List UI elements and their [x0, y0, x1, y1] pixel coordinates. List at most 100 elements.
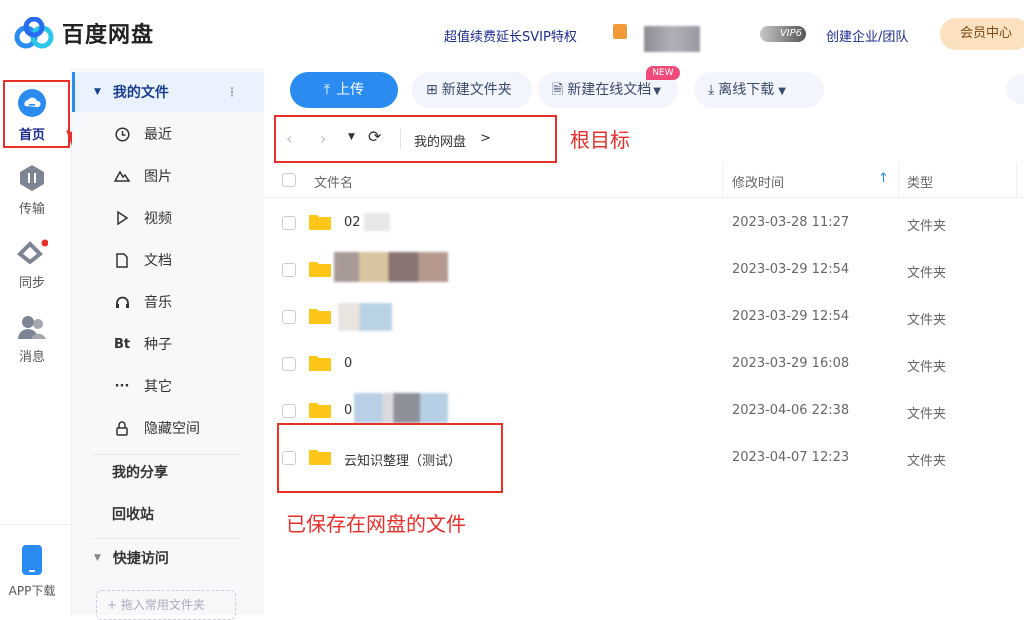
create-enterprise-link[interactable]: 创建企业/团队	[826, 26, 908, 45]
username-blurred[interactable]	[644, 26, 700, 52]
row-checkbox[interactable]	[282, 216, 296, 230]
chevron-down-icon: ▼	[778, 86, 786, 97]
table-row[interactable]: 0 2023-03-29 16:08 文件夹	[264, 340, 1024, 387]
sidebar-label-images: 图片	[144, 169, 172, 185]
folder-icon	[309, 262, 331, 277]
column-divider	[898, 162, 899, 198]
file-type: 文件夹	[907, 219, 947, 234]
vip-badge: VIP6	[760, 26, 806, 42]
annotation-box-saved-file	[277, 423, 503, 493]
row-checkbox[interactable]	[282, 310, 296, 324]
folder-icon	[309, 309, 331, 324]
file-name: 02	[344, 215, 361, 230]
sidebar-item-quick-access[interactable]: ▼ 快捷访问	[72, 538, 264, 578]
download-icon: ⤓	[708, 82, 715, 98]
file-type: 文件夹	[907, 313, 947, 328]
file-modified: 2023-04-06 22:38	[732, 403, 850, 418]
sync-icon	[17, 239, 48, 265]
sidebar-label-hidden-space: 隐藏空间	[144, 421, 200, 437]
rail-item-app-download[interactable]: APP下载	[0, 544, 64, 599]
rail-divider	[0, 524, 72, 525]
sidebar-label-other: 其它	[144, 379, 172, 395]
rail-item-sync[interactable]: 同步	[0, 238, 64, 291]
sidebar-item-recent[interactable]: 最近	[72, 114, 264, 154]
new-folder-icon: ⊞	[426, 82, 438, 98]
select-all-checkbox[interactable]	[282, 173, 296, 187]
redacted-text	[364, 213, 390, 231]
row-checkbox[interactable]	[282, 404, 296, 418]
file-type: 文件夹	[907, 266, 947, 281]
upload-label: 上传	[336, 82, 365, 98]
rail-label-transfer: 传输	[18, 202, 45, 217]
sidebar-item-torrents[interactable]: Bt 种子	[72, 324, 264, 364]
column-divider	[1016, 162, 1017, 198]
file-modified: 2023-03-28 11:27	[732, 215, 850, 230]
sidebar-item-my-files[interactable]: ▼ 我的文件 ⋮	[72, 72, 264, 112]
sort-asc-icon[interactable]: ↑	[878, 171, 889, 186]
redacted-name	[334, 252, 448, 282]
new-folder-button[interactable]: ⊞ 新建文件夹	[412, 72, 532, 108]
rail-item-message[interactable]: 消息	[0, 314, 64, 365]
gift-icon[interactable]	[613, 24, 627, 39]
sidebar-item-videos[interactable]: 视频	[72, 198, 264, 238]
sidebar-item-images[interactable]: 图片	[72, 156, 264, 196]
sidebar-item-documents[interactable]: 文档	[72, 240, 264, 280]
document-icon	[114, 252, 130, 268]
drag-folder-dropzone[interactable]: + 拖入常用文件夹	[96, 590, 236, 620]
sidebar-label-documents: 文档	[144, 253, 172, 269]
sidebar-label-videos: 视频	[144, 211, 172, 227]
baidu-netdisk-logo-icon	[14, 17, 54, 49]
message-icon	[18, 316, 46, 339]
upload-icon: ⤒	[323, 82, 331, 98]
table-row[interactable]: 2023-03-29 12:54 文件夹	[264, 293, 1024, 340]
chevron-down-icon: ▼	[653, 86, 661, 97]
column-modified[interactable]: 修改时间	[732, 172, 784, 191]
column-type[interactable]: 类型	[907, 172, 933, 191]
caret-down-icon: ▼	[94, 553, 101, 563]
play-icon	[114, 210, 130, 226]
rail-label-app-download: APP下载	[8, 584, 56, 598]
sidebar-label-quick-access: 快捷访问	[112, 551, 169, 567]
file-type: 文件夹	[907, 407, 947, 422]
app-title: 百度网盘	[62, 23, 155, 48]
sidebar-label-my-files: 我的文件	[112, 85, 169, 101]
more-vertical-icon[interactable]: ⋮	[226, 85, 238, 99]
svip-renew-link[interactable]: 超值续费延长SVIP特权	[444, 26, 577, 45]
file-name: 0	[344, 356, 353, 371]
sidebar-label-my-share: 我的分享	[112, 465, 168, 481]
lock-icon	[114, 420, 130, 436]
file-type: 文件夹	[907, 454, 947, 469]
table-row[interactable]: 02 2023-03-28 11:27 文件夹	[264, 199, 1024, 246]
table-row[interactable]: 2023-03-29 12:54 文件夹	[264, 246, 1024, 293]
annotation-box-home	[3, 80, 70, 148]
file-modified: 2023-03-29 12:54	[732, 262, 850, 277]
headphones-icon	[114, 294, 130, 310]
offline-download-button[interactable]: ⤓ 离线下载 ▼	[694, 72, 824, 108]
sidebar-item-my-share[interactable]: 我的分享	[72, 452, 264, 492]
row-checkbox[interactable]	[282, 357, 296, 371]
sidebar-item-other[interactable]: ··· 其它	[72, 366, 264, 406]
upload-button[interactable]: ⤒ 上传	[290, 72, 398, 108]
column-name[interactable]: 文件名	[314, 172, 353, 191]
toolbar: ⤒ 上传 ⊞ 新建文件夹 🗎 新建在线文档 ▼ ⤓ 离线下载 ▼	[264, 68, 1024, 114]
transfer-icon	[20, 165, 44, 191]
sidebar-item-recycle-bin[interactable]: 回收站	[72, 494, 264, 534]
file-modified: 2023-04-07 12:23	[732, 450, 850, 465]
member-center-button[interactable]: 会员中心	[940, 18, 1024, 50]
folder-icon	[309, 403, 331, 418]
folder-icon	[309, 215, 331, 230]
file-type: 文件夹	[907, 360, 947, 375]
logo[interactable]: 百度网盘	[14, 17, 154, 49]
sidebar-label-torrents: 种子	[144, 337, 172, 353]
annotation-root-dir: 根目标	[570, 128, 630, 152]
rail-label-message: 消息	[18, 350, 45, 365]
file-name: 0	[344, 403, 353, 418]
row-checkbox[interactable]	[282, 263, 296, 277]
top-header: 百度网盘 超值续费延长SVIP特权 VIP6 创建企业/团队 会员中心	[0, 0, 1024, 68]
phone-icon	[22, 545, 42, 575]
sidebar-item-music[interactable]: 音乐	[72, 282, 264, 322]
rail-item-transfer[interactable]: 传输	[0, 164, 64, 217]
sidebar-item-hidden-space[interactable]: 隐藏空间	[72, 408, 264, 448]
new-folder-label: 新建文件夹	[441, 82, 512, 98]
folder-icon	[309, 356, 331, 371]
